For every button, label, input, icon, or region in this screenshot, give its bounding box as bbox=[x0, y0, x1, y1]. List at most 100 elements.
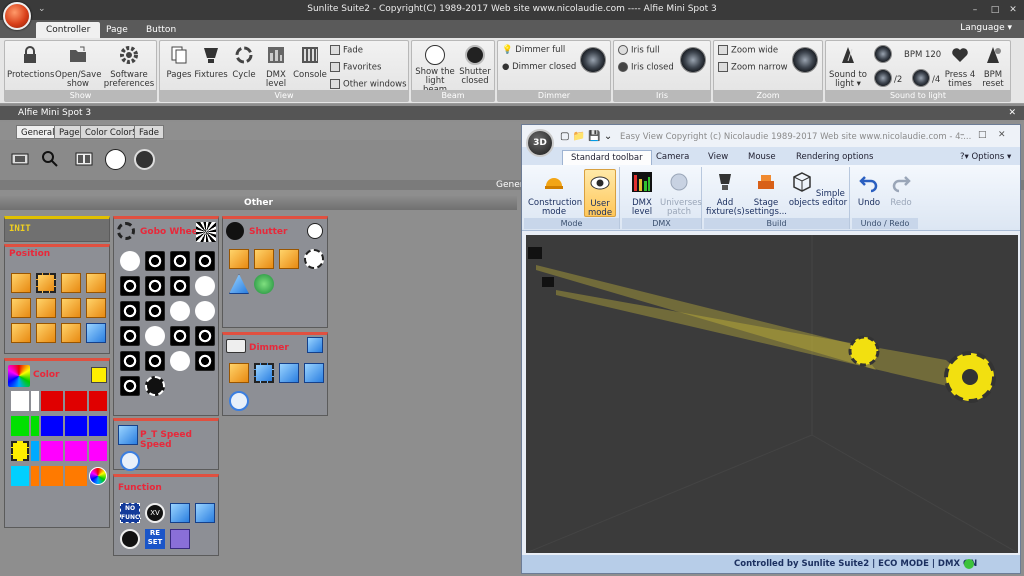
position-macro-button[interactable] bbox=[86, 273, 106, 293]
position-macro-button[interactable] bbox=[11, 323, 31, 343]
pt-speed-knob[interactable] bbox=[120, 451, 140, 471]
tab-rendering-options[interactable]: Rendering options bbox=[788, 150, 881, 165]
pages-button[interactable]: Pages bbox=[162, 45, 196, 80]
dimmer-quarter-button[interactable] bbox=[279, 363, 299, 383]
light-off-button[interactable] bbox=[134, 149, 155, 170]
stage-settings-button[interactable]: Stage settings... bbox=[744, 171, 788, 217]
easy-view-minimize-button[interactable]: – bbox=[960, 130, 965, 140]
gobo-button[interactable] bbox=[145, 376, 165, 396]
console-button[interactable]: Console bbox=[292, 45, 328, 80]
iris-closed-button[interactable]: Iris closed bbox=[618, 62, 674, 73]
color-swatch[interactable] bbox=[31, 441, 39, 461]
gobo-button[interactable] bbox=[170, 251, 190, 271]
tab-view[interactable]: View bbox=[700, 150, 736, 165]
dimmer-knob[interactable] bbox=[580, 47, 606, 73]
press4-button[interactable]: Press 4 times bbox=[942, 45, 978, 89]
fixture-2-icon[interactable] bbox=[542, 277, 554, 287]
subtab-fade[interactable]: Fade bbox=[134, 125, 164, 139]
search-icon[interactable] bbox=[40, 149, 60, 169]
open-save-show-button[interactable]: Open/Save show bbox=[55, 45, 101, 89]
strobe-fast-button[interactable] bbox=[279, 249, 299, 269]
gobo-button[interactable] bbox=[145, 251, 165, 271]
fixture-1-icon[interactable] bbox=[528, 247, 542, 259]
bpm-reset-button[interactable]: BPM reset bbox=[976, 45, 1010, 89]
simple-objects-editor-button[interactable]: Simple objects editor bbox=[788, 171, 848, 208]
cycle-button[interactable]: Cycle bbox=[228, 45, 260, 80]
color-swatch[interactable] bbox=[65, 441, 87, 461]
gobo-button[interactable] bbox=[120, 376, 140, 396]
color-swatch[interactable] bbox=[41, 466, 63, 486]
other-windows-button[interactable]: Other windows bbox=[330, 79, 407, 90]
gobo-button[interactable] bbox=[170, 351, 190, 371]
easy-view-quick-icons[interactable]: ▢ 📁 💾 ⌄ bbox=[560, 131, 612, 142]
tab-mouse[interactable]: Mouse bbox=[740, 150, 784, 165]
dmx-level-3d-button[interactable]: DMX level bbox=[626, 171, 658, 217]
fixtures-button[interactable]: Fixtures bbox=[194, 45, 228, 80]
tab-camera[interactable]: Camera bbox=[648, 150, 697, 165]
3d-scene-viewport[interactable] bbox=[526, 235, 1018, 553]
show-light-beam-button[interactable]: Show the light beam bbox=[414, 45, 456, 95]
strobe-pulse-button[interactable] bbox=[254, 274, 274, 294]
dimmer-half-button[interactable] bbox=[254, 363, 274, 383]
no-function-button[interactable]: NO FUNC. bbox=[120, 503, 142, 523]
color-swatch[interactable] bbox=[65, 466, 87, 486]
iris-knob[interactable] bbox=[680, 47, 706, 73]
color-swatch[interactable] bbox=[41, 391, 63, 411]
minimize-button[interactable]: – bbox=[968, 3, 982, 17]
color-swatch[interactable] bbox=[89, 391, 107, 411]
tab-button[interactable]: Button bbox=[136, 22, 186, 38]
iris-full-button[interactable]: Iris full bbox=[618, 45, 660, 56]
dimmer-full-button[interactable]: 💡 Dimmer full bbox=[502, 45, 565, 55]
strobe-slow-button[interactable] bbox=[229, 249, 249, 269]
color-swatch[interactable] bbox=[11, 416, 29, 436]
zoom-wide-button[interactable]: Zoom wide bbox=[718, 45, 778, 56]
gobo-button[interactable] bbox=[195, 351, 215, 371]
gobo-button[interactable] bbox=[145, 276, 165, 296]
color-swatch[interactable] bbox=[65, 416, 87, 436]
dmx-level-button[interactable]: DMX level bbox=[260, 45, 292, 89]
position-macro-button[interactable] bbox=[86, 298, 106, 318]
close-button[interactable]: ✕ bbox=[1006, 3, 1020, 17]
gobo-button[interactable] bbox=[170, 301, 190, 321]
gobo-button[interactable] bbox=[195, 301, 215, 321]
gobo-rotate-icon[interactable] bbox=[196, 222, 216, 242]
gobo-button[interactable] bbox=[170, 326, 190, 346]
position-macro-button[interactable] bbox=[61, 323, 81, 343]
maximize-button[interactable]: □ bbox=[988, 3, 1002, 17]
redo-button[interactable]: Redo bbox=[886, 171, 916, 208]
color-swatch[interactable] bbox=[31, 391, 39, 411]
position-macro-button[interactable] bbox=[36, 298, 56, 318]
color-swatch[interactable] bbox=[41, 416, 63, 436]
position-macro-button[interactable] bbox=[61, 273, 81, 293]
color-swatch[interactable] bbox=[89, 441, 107, 461]
gobo-button[interactable] bbox=[145, 351, 165, 371]
tab-controller[interactable]: Controller bbox=[36, 22, 101, 38]
gobo-button[interactable] bbox=[195, 276, 215, 296]
gobo-button[interactable] bbox=[195, 326, 215, 346]
layout-icon[interactable] bbox=[74, 149, 94, 169]
dimmer-full-button-panel[interactable] bbox=[229, 363, 249, 383]
color-swatch[interactable] bbox=[31, 416, 39, 436]
zoom-narrow-button[interactable]: Zoom narrow bbox=[718, 62, 788, 73]
gobo-button[interactable] bbox=[120, 351, 140, 371]
position-macro-button[interactable] bbox=[11, 298, 31, 318]
shutter-closed-button[interactable]: Shutter closed bbox=[456, 45, 494, 86]
position-macro-button[interactable] bbox=[86, 323, 106, 343]
bpm-knob[interactable] bbox=[874, 45, 892, 63]
easy-view-maximize-button[interactable]: □ bbox=[978, 130, 987, 140]
gobo-button[interactable] bbox=[120, 326, 140, 346]
color-picker-icon[interactable] bbox=[89, 467, 107, 485]
color-swatch[interactable] bbox=[11, 391, 29, 411]
gobo-button[interactable] bbox=[145, 326, 165, 346]
blackout-button[interactable] bbox=[120, 529, 140, 549]
tab-page[interactable]: Page bbox=[96, 22, 138, 38]
color-swatch[interactable] bbox=[11, 441, 29, 461]
dimmer-off-button[interactable] bbox=[304, 363, 324, 383]
color-swatch[interactable] bbox=[31, 466, 39, 486]
lamp-on-button[interactable] bbox=[170, 503, 190, 523]
gobo-button[interactable] bbox=[120, 301, 140, 321]
light-on-button[interactable] bbox=[105, 149, 126, 170]
color-swatch[interactable] bbox=[65, 391, 87, 411]
gobo-button[interactable] bbox=[195, 251, 215, 271]
fade-button[interactable]: Fade bbox=[330, 45, 363, 56]
